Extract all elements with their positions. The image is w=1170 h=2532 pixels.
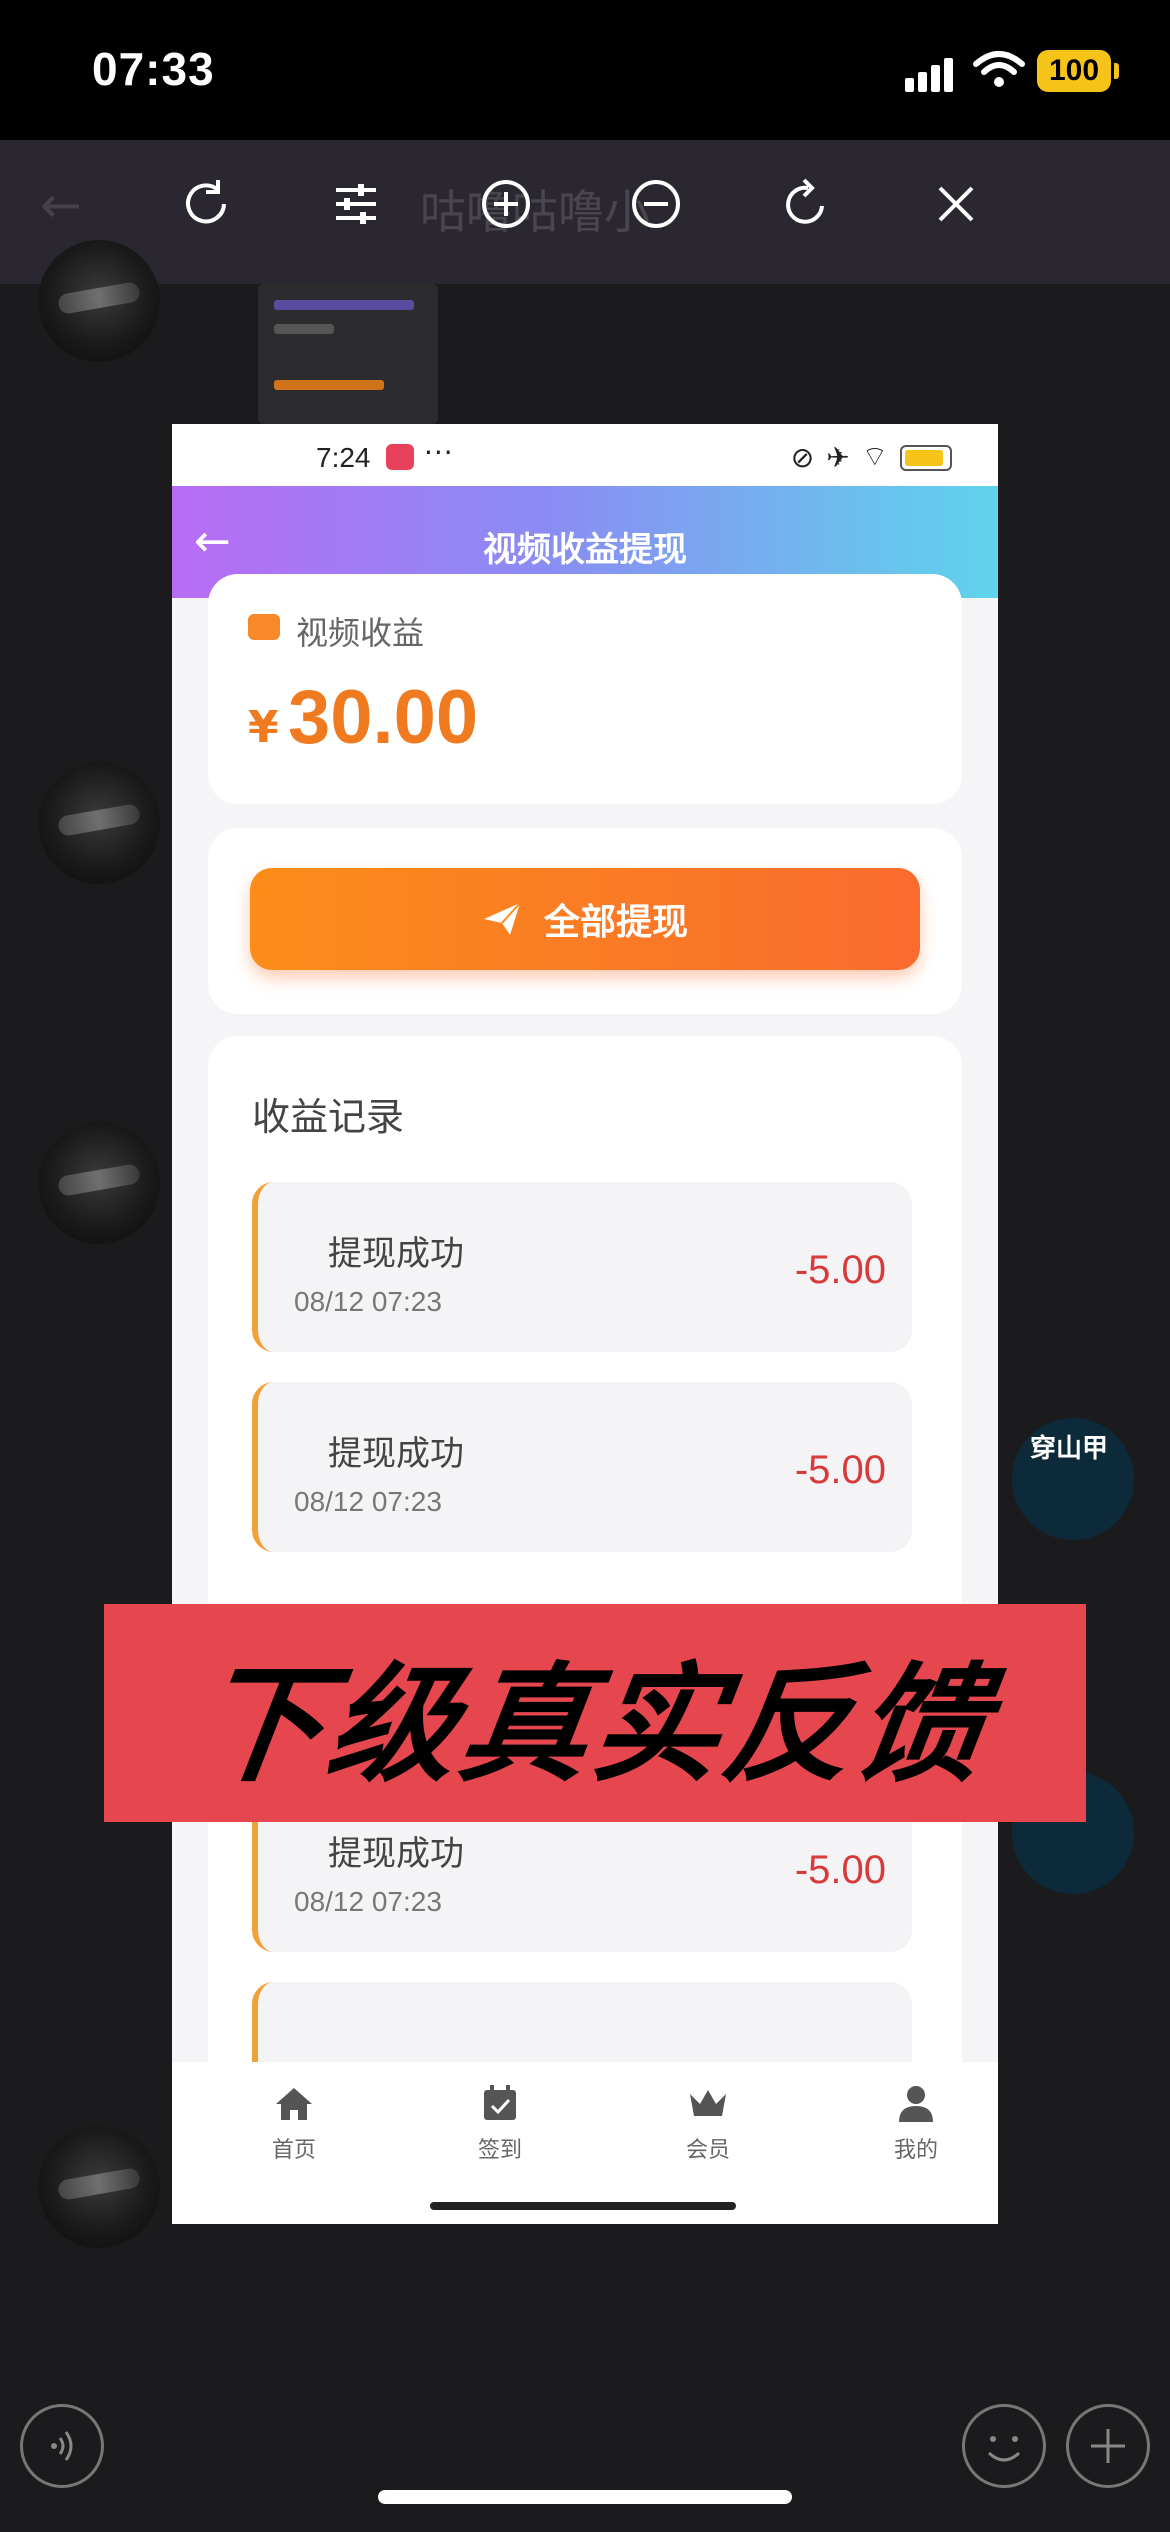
voice-input-button[interactable] (20, 2404, 104, 2488)
record-title: 提现成功 (328, 1234, 464, 1274)
calendar-check-icon (484, 2085, 516, 2120)
wallet-icon (248, 614, 280, 640)
banner-text: 下级真实反馈 (186, 1650, 1000, 1800)
home-indicator (378, 2490, 792, 2504)
rotate-icon[interactable] (778, 176, 842, 240)
record-title: 提现成功 (328, 1834, 464, 1874)
avatar[interactable] (38, 1122, 160, 1244)
earnings-amount: 30.00 (288, 675, 479, 760)
tab-home[interactable]: 首页 (234, 2082, 354, 2164)
inner-home-indicator (430, 2202, 736, 2210)
withdraw-card: 全部提现 (208, 828, 962, 1014)
status-time: 07:33 (92, 43, 215, 95)
inner-status-bar: 7:24 ··· ⊘ ✈ ⌔ (172, 424, 998, 486)
image-thumbnail[interactable] (258, 284, 438, 424)
record-time: 08/12 07:23 (294, 1486, 442, 1517)
avatar[interactable] (38, 762, 160, 884)
bottom-tab-bar: 首页 签到 会员 我的 (172, 2062, 998, 2224)
avatar[interactable] (38, 2126, 160, 2248)
voice-icon (51, 2431, 73, 2461)
record-time: 08/12 07:23 (294, 1886, 442, 1917)
record-amount: -5.00 (794, 1848, 886, 1892)
plus-icon (1091, 2429, 1125, 2463)
outer-status-bar: 07:33 100 (0, 0, 1170, 140)
zoom-out-icon[interactable] (628, 176, 692, 240)
cellular-signal-icon (905, 56, 959, 92)
tab-member[interactable]: 会员 (648, 2082, 768, 2164)
tab-checkin[interactable]: 签到 (440, 2082, 560, 2164)
page-title: 视频收益提现 (483, 530, 687, 570)
battery-indicator: 100 (1037, 50, 1111, 92)
avatar[interactable]: 穿山甲 (1012, 1418, 1134, 1540)
tab-label: 签到 (477, 2138, 522, 2163)
refresh-icon[interactable] (178, 176, 242, 240)
earnings-card: 视频收益 ¥ 30.00 (208, 574, 962, 804)
sliders-icon[interactable] (328, 176, 392, 240)
wifi-icon (972, 50, 1026, 90)
list-item[interactable]: 提现成功 08/12 07:23 -5.00 (252, 1382, 912, 1552)
crown-icon (690, 2090, 726, 2116)
app-badge-icon (386, 444, 414, 470)
records-title: 收益记录 (252, 1095, 405, 1139)
send-icon (483, 902, 521, 935)
emoji-button[interactable] (962, 2404, 1046, 2488)
tab-mine[interactable]: 我的 (856, 2082, 976, 2164)
record-amount: -5.00 (794, 1448, 886, 1492)
back-arrow-icon[interactable]: ← (40, 176, 82, 234)
record-time: 08/12 07:23 (294, 1286, 442, 1317)
battery-tip (1114, 63, 1119, 79)
avatar[interactable] (38, 240, 160, 362)
zoom-in-icon[interactable] (478, 176, 542, 240)
close-icon[interactable] (928, 176, 992, 240)
tab-label: 我的 (893, 2138, 938, 2163)
avatar-label: 穿山甲 (1030, 1434, 1109, 1464)
more-dots: ··· (424, 436, 454, 469)
list-item[interactable]: 提现成功 08/12 07:23 -5.00 (252, 1182, 912, 1352)
withdraw-all-label: 全部提现 (543, 902, 688, 943)
inner-status-icons: ⊘ ✈ ⌔ (791, 440, 952, 475)
smile-icon (987, 2436, 1021, 2462)
earnings-label: 视频收益 (296, 614, 425, 652)
feedback-banner: 下级真实反馈 (104, 1604, 1086, 1822)
tab-label: 会员 (685, 2138, 730, 2163)
mute-icon: ⊘ (790, 441, 815, 474)
home-icon (276, 2088, 312, 2120)
tab-label: 首页 (271, 2138, 316, 2163)
more-options-button[interactable] (1066, 2404, 1150, 2488)
airplane-icon: ✈ (826, 441, 850, 474)
battery-icon (900, 444, 952, 471)
user-icon (899, 2086, 933, 2122)
currency-symbol: ¥ (248, 702, 279, 753)
withdraw-all-button[interactable]: 全部提现 (250, 868, 920, 970)
record-amount: -5.00 (794, 1248, 886, 1292)
record-title: 提现成功 (328, 1434, 464, 1474)
wifi-icon: ⌔ (861, 440, 888, 473)
inner-status-time: 7:24 (316, 442, 371, 473)
embedded-screenshot: 7:24 ··· ⊘ ✈ ⌔ ← 视频收益提现 视频收益 ¥ 30.00 全部提… (172, 424, 998, 2224)
